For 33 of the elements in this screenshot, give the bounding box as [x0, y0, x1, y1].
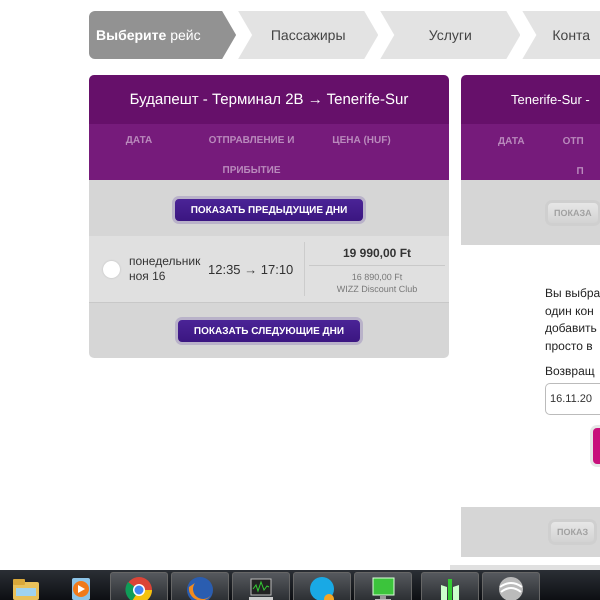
date-field[interactable]: 16.11.20 — [545, 383, 600, 415]
show-next-days-button[interactable]: ПОКАЗАТЬ СЛЕДУЮЩИЕ ДНИ — [174, 317, 364, 345]
column-header: ОТПРАВЛЕНИЕ И ПРИБЫТИЕ — [208, 134, 296, 178]
column-header: ДАТА — [498, 135, 525, 149]
step-tab[interactable]: Конта — [522, 11, 600, 59]
club-price: 16 890,00 Ft — [352, 271, 402, 283]
taskbar-button[interactable] — [354, 572, 412, 600]
fare-price: 19 990,00 Ft — [309, 242, 445, 266]
flight-times: 12:35 → 17:10 — [208, 262, 294, 276]
column-header: ДАТА — [124, 134, 154, 148]
scrollbar[interactable] — [450, 565, 600, 570]
column-header: ОТП П — [562, 135, 584, 179]
taskbar-button[interactable] — [232, 572, 290, 600]
fox-globe-icon — [185, 575, 215, 600]
club-label: WIZZ Discount Club — [336, 283, 418, 295]
confirm-button[interactable] — [590, 425, 600, 467]
taskbar-button[interactable] — [293, 572, 351, 600]
info-text: Вы выбра один кон добавить просто в — [545, 285, 600, 354]
flight-date: понедельник ноя 16 — [129, 254, 202, 284]
route-title: Tenerife-Sur - — [461, 75, 600, 124]
step-tab[interactable]: Услуги — [380, 11, 520, 59]
show-previous-days-button[interactable]: ПОКАЗАТЬ ПРЕДЫДУЩИЕ ДНИ — [172, 196, 366, 224]
browser-icon — [124, 575, 154, 600]
globe-icon — [496, 575, 526, 600]
route-title: Будапешт - Терминал 2B → Tenerife-Sur — [89, 75, 449, 124]
flight-radio[interactable] — [103, 260, 120, 278]
taskbar-button[interactable] — [482, 572, 540, 600]
taskbar-button[interactable] — [110, 572, 168, 600]
step-tab[interactable]: Пассажиры — [238, 11, 378, 59]
taskbar-button[interactable] — [171, 572, 229, 600]
column-header: ЦЕНА (HUF) — [331, 134, 392, 148]
taskbar-button[interactable] — [421, 572, 479, 600]
return-label: Возвращ — [545, 364, 596, 378]
